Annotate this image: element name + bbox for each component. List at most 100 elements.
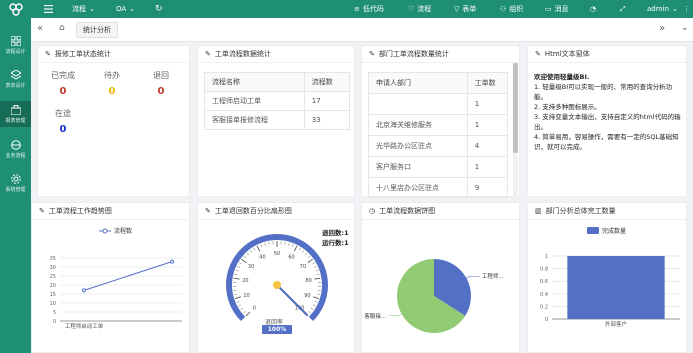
stat-returned: 退回 0 [146, 70, 176, 97]
table-cell: 17 [303, 91, 351, 111]
user-menu[interactable]: admin ⌄ [647, 0, 678, 18]
gauge-tick [291, 244, 294, 247]
process-label: 流程 [72, 5, 86, 13]
tabs-back-icon[interactable]: « [37, 23, 43, 34]
scrollbar-thumb[interactable] [513, 63, 518, 153]
sidebar-item-form-design[interactable]: 表单设计 [0, 66, 31, 92]
gauge-tick [314, 301, 318, 303]
bar-chart-card: ▥ 部门分析总体完工数量 0 0.2 0.4 0.6 0.8 1 外部客户 完成数量 [527, 202, 687, 353]
gauge-tick [298, 247, 301, 251]
gauge-tick [310, 307, 314, 310]
table-row: 客户服务口 1 [368, 156, 509, 178]
gauge-tick [307, 255, 311, 259]
card-title: 部门分析总体完工数量 [545, 207, 616, 215]
y-tick-label: 5 [53, 310, 56, 316]
scrollbar[interactable] [513, 63, 518, 196]
pen-icon: ✎ [205, 50, 211, 58]
pie-chart: 工程师... 客服接... [364, 259, 504, 333]
sidebar-item-business-flow[interactable]: 业务流程 [0, 136, 31, 162]
flow-label: 流程 [417, 5, 432, 13]
dept-stats-table: 申请人部门 工单数 1 北京海关维修服务 1 光华路办公区驻点 4 客户服务口 1 十八… [368, 72, 509, 198]
org-label: 组织 [509, 5, 524, 13]
gauge-tick-label: 40 [259, 254, 265, 260]
gauge-tick [245, 311, 251, 317]
table-row: 十八里店办公区驻点 9 [368, 177, 509, 198]
gauge-tick [308, 310, 312, 314]
pie-label: 客服接... [364, 312, 386, 320]
pie-label-line [388, 313, 402, 317]
legend-swatch [587, 227, 599, 234]
gauge-tick [240, 307, 244, 310]
data-point [170, 259, 174, 264]
stat-value: 0 [59, 124, 67, 135]
org-menu[interactable]: ⚇ 组织 [500, 0, 523, 18]
tab-statistics[interactable]: 统计分析 [76, 22, 118, 38]
gauge-tick [316, 293, 320, 295]
gauge-tick [246, 252, 250, 256]
stat-label: 待办 [104, 71, 120, 80]
gauge-tick [234, 273, 238, 275]
menu-toggle-icon[interactable] [44, 0, 53, 18]
chevron-down-icon[interactable]: ⌄ [681, 23, 689, 33]
column-header: 工单数 [466, 72, 509, 94]
form-menu[interactable]: ▽ 表单 [454, 0, 476, 18]
refresh-icon[interactable]: ↻ [155, 0, 163, 18]
message-menu[interactable]: ▭ 消息 [545, 0, 569, 18]
chevron-down-icon: ⌄ [671, 5, 678, 13]
table-row: 1 [368, 93, 509, 115]
data-point [82, 288, 86, 293]
gauge-tick [288, 242, 290, 246]
dashboard-icon[interactable]: ◔ [590, 0, 596, 18]
gauge-tick-label: 10 [243, 293, 249, 299]
sidebar-item-report[interactable]: 报表管理 [0, 101, 31, 127]
stat-todo: 待办 0 [97, 70, 127, 97]
gauge-tick-label: 20 [242, 278, 248, 284]
table-cell: 1 [466, 156, 509, 178]
gauge-tick [234, 293, 238, 295]
form-label: 表单 [462, 5, 477, 13]
sidebar-item-label: 流程设计 [5, 48, 26, 55]
sidebar-item-label: 表单设计 [5, 82, 26, 89]
gauge-tick-label: 60 [288, 254, 294, 260]
stat-in-transit: 在途 0 [48, 108, 78, 135]
home-icon[interactable]: ⌂ [59, 23, 65, 33]
sidebar-item-process-design[interactable]: 流程设计 [0, 32, 31, 58]
oa-dropdown[interactable]: OA ⌄ [116, 0, 135, 18]
y-tick-label: 0 [53, 319, 56, 325]
html-line: 1. 轻量级BI可以实现一般的、常用的查询分析功能。 [534, 83, 673, 101]
gauge-tick [241, 258, 247, 263]
pen-icon: ✎ [45, 50, 51, 58]
card-header: ✎ Html文本窗体 [528, 46, 686, 63]
legend-marker [102, 228, 108, 234]
sidebar-item-system[interactable]: 系统管理 [0, 170, 31, 196]
table-header-row: 流程名称 流程数 [204, 72, 351, 92]
more-icon[interactable]: ⋮ [683, 0, 690, 18]
stat-value: 0 [59, 86, 67, 97]
pen-icon: ✎ [39, 207, 45, 215]
flow-icon: ♡ [408, 5, 415, 13]
y-tick-label: 35 [50, 256, 56, 262]
process-dropdown[interactable]: 流程 ⌄ [72, 0, 95, 18]
html-line: 3. 支持变量文本输出，支持自定义的html代码的输出。 [534, 113, 681, 131]
gauge-needle-hub [273, 281, 281, 289]
gauge-tick [268, 241, 270, 245]
pen-icon: ✎ [535, 50, 541, 58]
lowcode-menu[interactable]: ≡ 低代码 [354, 0, 384, 18]
form-icon: ▽ [454, 5, 460, 13]
gauge-tick [312, 304, 316, 307]
tabs-forward-icon[interactable]: » [659, 23, 665, 34]
gauge-tick [307, 258, 313, 263]
html-heading: 欢迎使用轻量级BI. [534, 73, 590, 81]
flow-menu[interactable]: ♡ 流程 [408, 0, 431, 18]
gauge-tick-label: 80 [305, 278, 311, 284]
gauge-tick [314, 277, 321, 280]
fullscreen-icon[interactable]: ⤢ [620, 0, 626, 18]
gauge-tick [238, 304, 242, 307]
table-row: 工程师启动工单 17 [204, 91, 351, 111]
clock-icon: ◷ [369, 207, 376, 215]
bar [567, 256, 665, 319]
y-tick-label: 25 [50, 274, 56, 280]
chevron-down-icon: ⌄ [129, 5, 136, 13]
table-cell: 1 [466, 114, 509, 136]
gauge-tick-label: 0 [253, 306, 256, 312]
